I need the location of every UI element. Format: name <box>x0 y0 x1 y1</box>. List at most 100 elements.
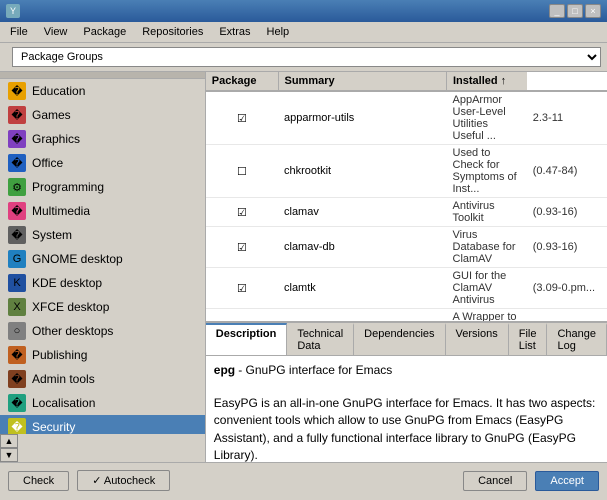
col-header-installed-↑[interactable]: Installed ↑ <box>447 72 527 91</box>
group-item-kde[interactable]: K KDE desktop <box>0 271 205 295</box>
group-item-security[interactable]: � Security <box>0 415 205 434</box>
pkg-summary: AppArmor User-Level Utilities Useful ... <box>447 91 527 145</box>
menu-item-help[interactable]: Help <box>261 24 296 40</box>
accept-button[interactable]: Accept <box>535 471 599 491</box>
bottom-bar: Check ✓ Autocheck Cancel Accept <box>0 462 607 498</box>
group-label-programming: Programming <box>32 180 104 194</box>
menu-bar: FileViewPackageRepositoriesExtras Help <box>0 22 607 43</box>
group-label-games: Games <box>32 108 71 122</box>
menu-item-file[interactable]: File <box>4 24 34 40</box>
table-row[interactable]: ☑clamtkGUI for the ClamAV Antivirus(3.09… <box>206 268 607 309</box>
col-header-package[interactable]: Package <box>206 72 278 91</box>
autocheck-button[interactable]: ✓ Autocheck <box>77 470 170 491</box>
group-label-graphics: Graphics <box>32 132 80 146</box>
desc-tab-file-list[interactable]: File List <box>509 323 548 355</box>
pkg-name: clamav-db <box>278 227 447 268</box>
pkg-checkbox[interactable]: ☑ <box>206 268 278 309</box>
system-icon: � <box>8 226 26 244</box>
app-icon: Y <box>6 4 20 18</box>
desc-tab-description[interactable]: Description <box>206 323 288 355</box>
group-item-other[interactable]: ○Other desktops <box>0 319 205 343</box>
group-label-gnome: GNOME desktop <box>32 252 123 266</box>
desc-tab-dependencies[interactable]: Dependencies <box>354 323 445 355</box>
table-row[interactable]: ☐chkrootkitUsed to Check for Symptoms of… <box>206 145 607 198</box>
group-item-admin[interactable]: �Admin tools <box>0 367 205 391</box>
filter-select[interactable]: Package Groups Search Installation Summa… <box>12 47 601 67</box>
pkg-summary: Virus Database for ClamAV <box>447 227 527 268</box>
group-item-multimedia[interactable]: �Multimedia <box>0 199 205 223</box>
pkg-summary: Used to Check for Symptoms of Inst... <box>447 145 527 198</box>
graphics-icon: � <box>8 130 26 148</box>
group-label-xfce: XFCE desktop <box>32 300 109 314</box>
group-label-kde: KDE desktop <box>32 276 102 290</box>
publishing-icon: � <box>8 346 26 364</box>
localise-icon: � <box>8 394 26 412</box>
desc-package-short: GnuPG interface for Emacs <box>246 363 393 377</box>
desc-panel: DescriptionTechnical DataDependenciesVer… <box>206 322 607 462</box>
scroll-up-button[interactable]: ▲ <box>0 434 18 448</box>
games-icon: � <box>8 106 26 124</box>
pkg-installed: (3.09-0.pm... <box>527 268 607 309</box>
desc-tab-versions[interactable]: Versions <box>446 323 509 355</box>
kde-icon: K <box>8 274 26 292</box>
pkg-name: apparmor-utils <box>278 91 447 145</box>
check-button[interactable]: Check <box>8 471 69 491</box>
left-panel: �Education�Games�Graphics�Office⚙Program… <box>0 72 206 462</box>
pkg-installed: (0.93-16) <box>527 198 607 227</box>
pkg-name: clamtk <box>278 268 447 309</box>
group-item-publishing[interactable]: � Publishing <box>0 343 205 367</box>
group-item-games[interactable]: � Games <box>0 103 205 127</box>
group-label-education: Education <box>32 84 85 98</box>
minimize-button[interactable]: _ <box>549 4 565 18</box>
pkg-summary: A Wrapper to Securely Run Insecure... <box>447 309 527 323</box>
maximize-button[interactable]: □ <box>567 4 583 18</box>
group-item-education[interactable]: �Education <box>0 79 205 103</box>
pkg-checkbox[interactable]: ☑ <box>206 91 278 145</box>
group-item-gnome[interactable]: GGNOME desktop <box>0 247 205 271</box>
scroll-down-button[interactable]: ▼ <box>0 448 18 462</box>
menu-item-package[interactable]: Package <box>77 24 132 40</box>
group-label-system: System <box>32 228 72 242</box>
group-label-publishing: Publishing <box>32 348 87 362</box>
desc-package-name: epg <box>214 363 235 377</box>
table-row[interactable]: ☑clamavAntivirus Toolkit(0.93-16) <box>206 198 607 227</box>
table-row[interactable]: ☑apparmor-utilsAppArmor User-Level Utili… <box>206 91 607 145</box>
desc-tab-change-log[interactable]: Change Log <box>547 323 607 355</box>
pkg-name: compartm <box>278 309 447 323</box>
group-label-office: Office <box>32 156 63 170</box>
pkg-checkbox[interactable]: ☑ <box>206 309 278 323</box>
close-button[interactable]: × <box>585 4 601 18</box>
admin-icon: � <box>8 370 26 388</box>
cancel-button[interactable]: Cancel <box>463 471 527 491</box>
menu-item-view[interactable]: View <box>38 24 74 40</box>
group-item-system[interactable]: � System <box>0 223 205 247</box>
pkg-checkbox[interactable]: ☑ <box>206 227 278 268</box>
col-header-summary[interactable]: Summary <box>278 72 447 91</box>
security-icon: � <box>8 418 26 434</box>
group-item-localise[interactable]: � Localisation <box>0 391 205 415</box>
other-icon: ○ <box>8 322 26 340</box>
right-panel: PackageSummaryInstalled ↑ ☑apparmor-util… <box>206 72 607 462</box>
title-bar: Y _ □ × <box>0 0 607 22</box>
programming-icon: ⚙ <box>8 178 26 196</box>
desc-tabs: DescriptionTechnical DataDependenciesVer… <box>206 323 607 356</box>
menu-item-repositories[interactable]: Repositories <box>136 24 209 40</box>
pkg-checkbox[interactable]: ☐ <box>206 145 278 198</box>
pkg-installed: 2.3-11 <box>527 91 607 145</box>
pkg-name: clamav <box>278 198 447 227</box>
group-item-graphics[interactable]: � Graphics <box>0 127 205 151</box>
desc-tab-technical-data[interactable]: Technical Data <box>287 323 354 355</box>
group-label-localise: Localisation <box>32 396 95 410</box>
group-item-xfce[interactable]: XXFCE desktop <box>0 295 205 319</box>
pkg-summary: Antivirus Toolkit <box>447 198 527 227</box>
pkg-checkbox[interactable]: ☑ <box>206 198 278 227</box>
group-item-programming[interactable]: ⚙ Programming <box>0 175 205 199</box>
pkg-name: chkrootkit <box>278 145 447 198</box>
group-label-multimedia: Multimedia <box>32 204 90 218</box>
table-row[interactable]: ☑clamav-dbVirus Database for ClamAV(0.93… <box>206 227 607 268</box>
group-label-security: Security <box>32 420 75 434</box>
table-row[interactable]: ☑compartmA Wrapper to Securely Run Insec… <box>206 309 607 323</box>
group-item-office[interactable]: �Office <box>0 151 205 175</box>
menu-item-extras[interactable]: Extras <box>213 24 256 40</box>
filter-bar: Package Groups Search Installation Summa… <box>0 43 607 72</box>
